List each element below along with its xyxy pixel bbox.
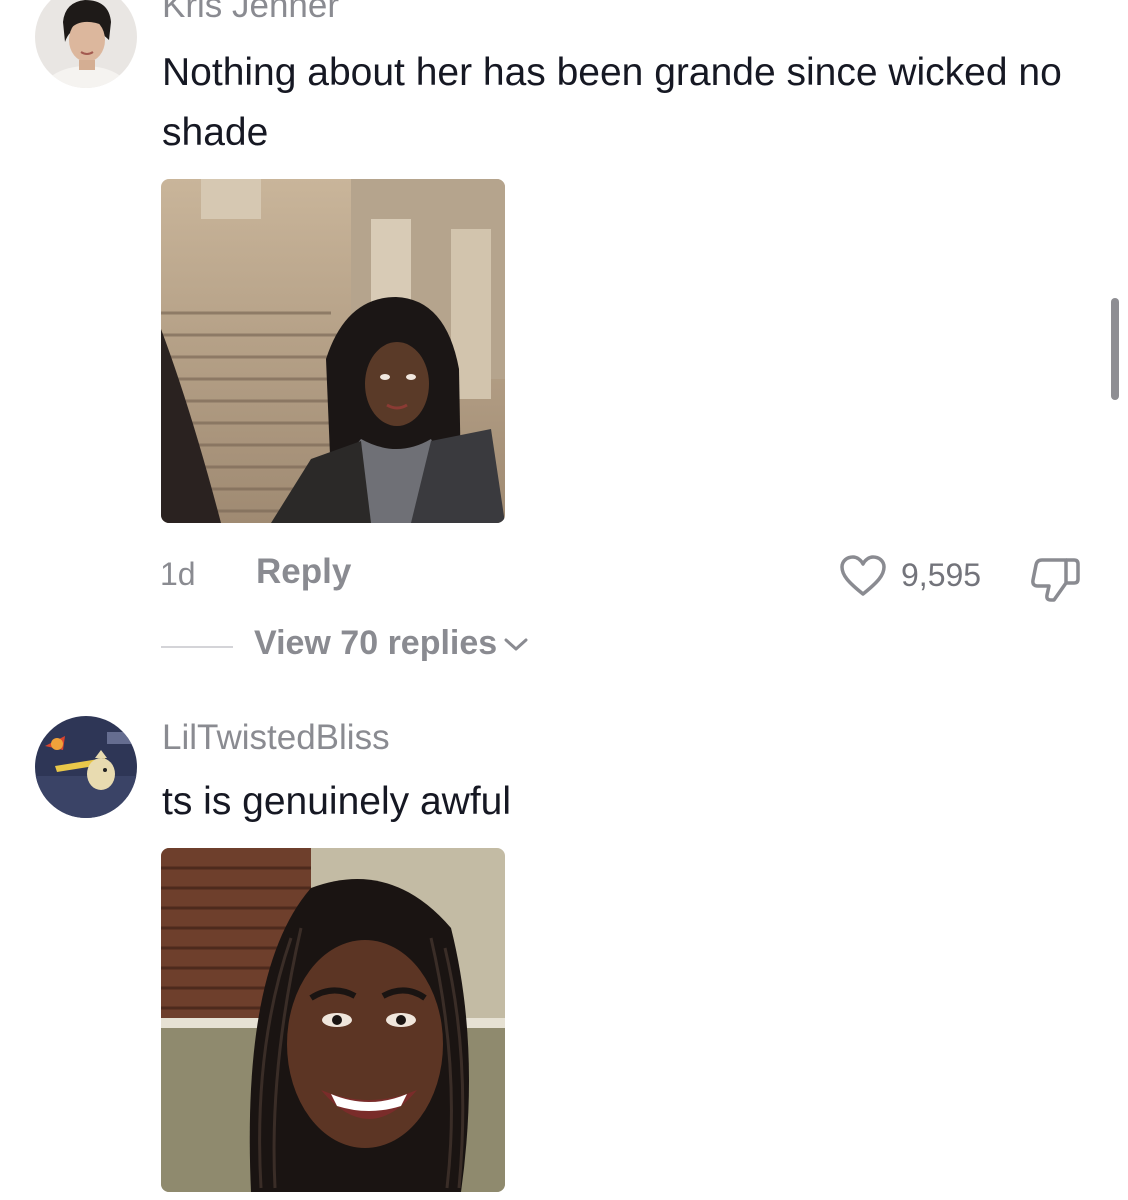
comment-text: ts is genuinely awful [162, 780, 512, 823]
chevron-down-icon [503, 623, 529, 662]
comment-text: Nothing about her has been grande since … [162, 51, 1062, 154]
comment-item: LilTwistedBliss ts is genuinely awful [0, 714, 1128, 1200]
comment-timestamp: 1d [160, 556, 196, 592]
view-replies-row: View 70 replies [0, 622, 1128, 672]
comment-actions: 1d Reply 9,595 [0, 552, 1128, 602]
heart-outline-icon[interactable] [838, 554, 888, 598]
comment-item: Kris Jenner Nothing about her has been g… [0, 0, 1128, 690]
like-count: 9,595 [901, 557, 982, 593]
comment-gif-image[interactable] [161, 179, 505, 523]
comment-username[interactable]: Kris Jenner [162, 0, 339, 22]
reply-button[interactable]: Reply [256, 552, 351, 592]
view-replies-button[interactable]: View 70 replies [254, 624, 529, 663]
thumbs-down-outline-icon[interactable] [1030, 554, 1082, 602]
comment-gif-image[interactable] [161, 848, 505, 1192]
avatar[interactable] [35, 716, 137, 818]
divider [161, 646, 233, 648]
comment-username[interactable]: LilTwistedBliss [162, 718, 390, 758]
scrollbar[interactable] [1111, 298, 1119, 400]
view-replies-label: View 70 replies [254, 624, 498, 662]
avatar[interactable] [35, 0, 137, 88]
